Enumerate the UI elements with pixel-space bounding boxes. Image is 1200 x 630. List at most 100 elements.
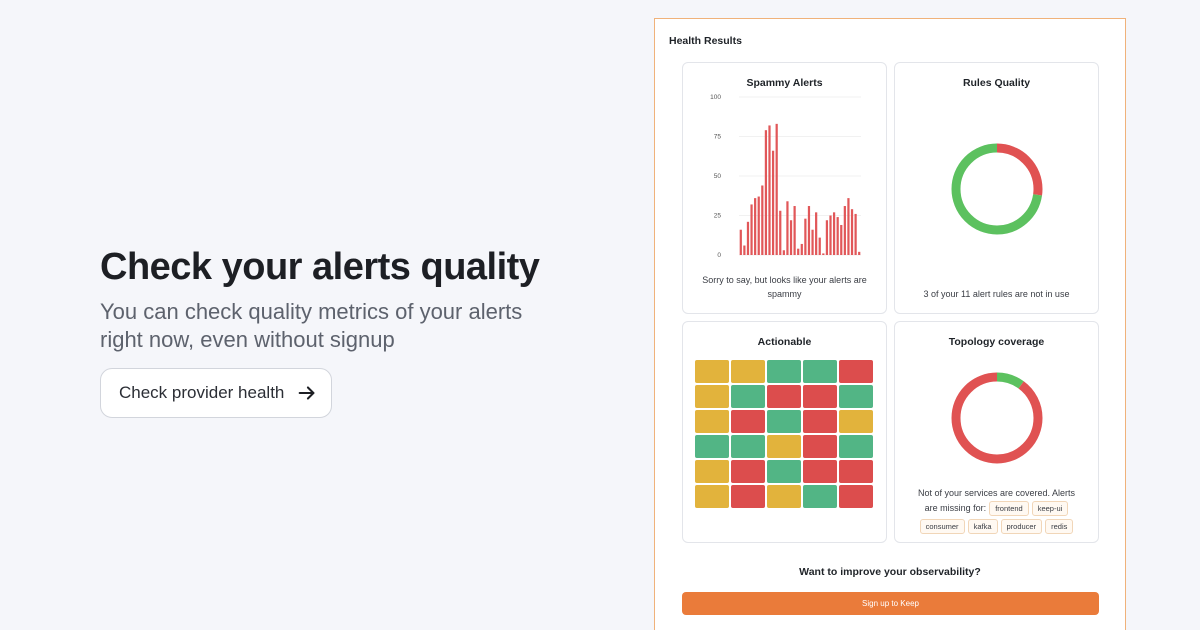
spam-bar: [746, 221, 750, 255]
heatmap-cell: [803, 435, 837, 458]
spam-bar: [822, 253, 825, 255]
heatmap-row: [695, 410, 874, 433]
spam-bar: [825, 220, 829, 255]
spam-bar: [829, 215, 832, 255]
spam-bar: [840, 224, 843, 255]
topology-coverage-card: Topology coverage Not of your services a…: [894, 321, 1099, 543]
y-tick-label: 100: [710, 94, 721, 101]
heatmap-cell: [839, 385, 873, 408]
spam-bar: [832, 212, 836, 255]
heatmap-row: [695, 360, 874, 383]
rules-quality-card: Rules Quality 3 of your 11 alert rules a…: [894, 62, 1099, 314]
y-tick-label: 25: [714, 213, 722, 220]
spammy-alerts-title: Spammy Alerts: [746, 77, 823, 89]
heatmap-cell: [839, 410, 873, 433]
panel-title: Health Results: [669, 35, 742, 47]
spam-bar: [811, 229, 814, 255]
heatmap-cell: [839, 435, 873, 458]
heatmap-cell: [767, 435, 801, 458]
y-tick-label: 75: [714, 134, 722, 141]
heatmap-cell: [839, 360, 873, 383]
spam-bar: [793, 206, 796, 255]
spam-bar: [761, 185, 764, 255]
spam-bar: [797, 248, 800, 255]
spam-bar: [779, 210, 782, 255]
heatmap-cell: [731, 435, 765, 458]
spammy-alerts-card: Spammy Alerts 0 25 50 75 100 Sorry to say, b…: [682, 62, 887, 314]
heatmap-cell: [695, 410, 729, 433]
spam-bar: [739, 229, 742, 255]
heatmap-cell: [803, 385, 837, 408]
hero-heading: Check your alerts quality: [100, 246, 540, 288]
spammy-alerts-caption: Sorry to say, but looks like your alerts…: [702, 275, 867, 299]
rules-quality-title: Rules Quality: [962, 77, 1031, 89]
spam-bar: [843, 206, 846, 255]
arrow-right-icon: [299, 386, 315, 400]
missing-service-tag: kafka: [967, 519, 998, 534]
spam-bar: [771, 150, 775, 255]
spam-bar: [858, 251, 861, 255]
spam-bar: [764, 130, 768, 255]
spam-bar: [850, 209, 854, 255]
heatmap-cell: [767, 410, 801, 433]
rules-quality-caption: 3 of your 11 alert rules are not in use: [923, 289, 1070, 299]
heatmap-row: [695, 460, 874, 483]
spam-bar: [804, 218, 807, 255]
missing-service-tag: consumer: [919, 519, 965, 534]
spam-bar: [768, 125, 771, 255]
heatmap-row: [695, 385, 874, 408]
heatmap-cell: [839, 460, 873, 483]
topology-missing-tags: are missing for: frontend keep-ui consumer…: [903, 501, 1090, 534]
heatmap-cell: [695, 485, 729, 508]
hero-subtext: You can check quality metrics of your al…: [100, 299, 523, 352]
missing-service-tag: frontend: [989, 501, 1029, 516]
heatmap-cell: [695, 385, 729, 408]
spam-bar: [754, 198, 757, 255]
heatmap-cell: [767, 360, 801, 383]
y-tick-label: 50: [714, 173, 722, 180]
spam-bar: [854, 213, 857, 255]
donut-slice: [951, 372, 1043, 464]
actionable-title: Actionable: [757, 336, 812, 348]
topology-caption-line2: are missing for:: [924, 503, 987, 513]
rules-quality-donut: [951, 143, 1043, 235]
heatmap-cell: [803, 485, 837, 508]
spam-bar: [836, 217, 839, 255]
spam-bar: [743, 245, 746, 255]
actionable-heatmap: [695, 360, 874, 510]
spam-bar: [789, 220, 793, 255]
heatmap-cell: [695, 435, 729, 458]
missing-service-tag: redis: [1045, 519, 1074, 534]
heatmap-cell: [731, 360, 765, 383]
spam-bar: [807, 206, 811, 255]
topology-coverage-title: Topology coverage: [948, 336, 1045, 348]
heatmap-cell: [731, 485, 765, 508]
spam-bar: [757, 196, 760, 255]
heatmap-row: [695, 435, 874, 458]
heatmap-cell: [695, 360, 729, 383]
heatmap-cell: [695, 460, 729, 483]
spam-bar: [818, 237, 821, 255]
sign-up-button[interactable]: Sign up to Keep: [682, 592, 1099, 615]
heatmap-cell: [839, 485, 873, 508]
heatmap-cell: [767, 485, 801, 508]
topology-coverage-donut: [951, 372, 1043, 464]
heatmap-cell: [731, 460, 765, 483]
check-provider-health-button[interactable]: Check provider health: [100, 368, 332, 418]
spam-bar: [750, 204, 753, 255]
heatmap-cell: [803, 360, 837, 383]
actionable-card: Actionable: [682, 321, 887, 543]
heatmap-cell: [803, 410, 837, 433]
spam-bar: [847, 198, 850, 255]
heatmap-cell: [731, 410, 765, 433]
improve-observability-text: Want to improve your observability?: [799, 566, 981, 578]
spam-bar: [786, 201, 789, 255]
topology-caption: Not of your services are covered. Alerts…: [903, 486, 1090, 534]
hero-section: Check your alerts quality You can check …: [100, 244, 560, 418]
heatmap-cell: [767, 460, 801, 483]
topology-caption-line1: Not of your services are covered. Alerts: [917, 488, 1076, 498]
heatmap-cell: [767, 385, 801, 408]
spam-bar: [782, 250, 785, 255]
spammy-alerts-chart: 0 25 50 75 100: [710, 94, 861, 259]
missing-service-tag: producer: [1000, 519, 1043, 534]
